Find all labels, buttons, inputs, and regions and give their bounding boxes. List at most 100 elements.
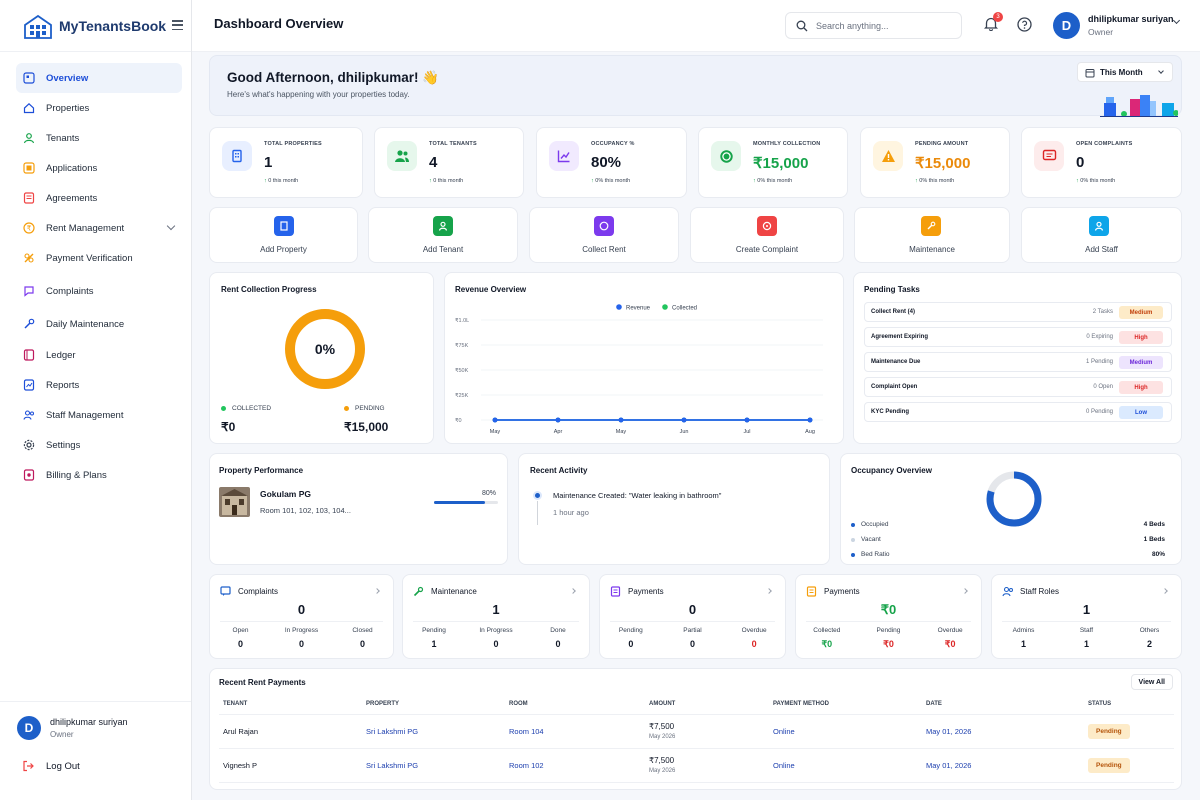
column-header[interactable]: PROPERTY	[362, 694, 505, 715]
quick-action-add-staff[interactable]: Add Staff	[1021, 207, 1182, 263]
legend-value: 1 Beds	[1143, 536, 1165, 543]
stat-trend: ↑ 0 this month	[429, 178, 464, 184]
sidebar-item-overview[interactable]: Overview	[16, 63, 182, 93]
logo-icon	[24, 14, 52, 39]
summary-card-staff-roles[interactable]: Staff Roles 1 Admins 1 Staff 1 Others 2	[991, 574, 1182, 659]
column-header[interactable]: TENANT	[219, 694, 362, 715]
stat-card-total-properties[interactable]: TOTAL PROPERTIES 1 ↑ 0 this month	[209, 127, 363, 198]
stat-card-occupancy[interactable]: OCCUPANCY % 80% ↑ 0% this month	[536, 127, 687, 198]
app-name: MyTenantsBook	[59, 17, 167, 34]
panel-title: Occupancy Overview	[851, 466, 932, 475]
chevron-right-icon[interactable]	[766, 588, 772, 594]
column-header[interactable]: AMOUNT	[645, 694, 769, 715]
y-tick-label: ₹0	[455, 417, 462, 424]
help-icon[interactable]	[1017, 17, 1032, 32]
quick-action-add-tenant[interactable]: Add Tenant	[368, 207, 518, 263]
stat-card-total-tenants[interactable]: TOTAL TENANTS 4 ↑ 0 this month	[374, 127, 524, 198]
property-name[interactable]: Gokulam PG	[260, 489, 311, 499]
sidebar-item-rent-management[interactable]: ₹ Rent Management	[16, 213, 182, 243]
data-point	[744, 417, 750, 423]
task-row[interactable]: Agreement Expiring 0 Expiring High	[864, 327, 1172, 347]
chevron-right-icon[interactable]	[570, 588, 576, 594]
complaints-icon	[220, 586, 231, 596]
sidebar-item-payment-verification[interactable]: Payment Verification	[16, 243, 182, 273]
stat-label: TOTAL PROPERTIES	[264, 141, 322, 147]
property-performance-card: Property Performance Gokulam PG Room 101…	[209, 453, 508, 565]
search-box[interactable]	[785, 12, 962, 39]
sidebar-item-tenants[interactable]: Tenants	[16, 123, 182, 153]
chevron-right-icon[interactable]	[374, 588, 380, 594]
priority-badge: High	[1119, 381, 1163, 394]
summary-card-payments[interactable]: Payments 0 Pending 0 Partial 0 Overdue 0	[599, 574, 786, 659]
legend-label: Revenue	[626, 306, 651, 312]
summary-sub: Collected ₹0	[813, 627, 841, 649]
sidebar: MyTenantsBook Overview Properties Tenant…	[0, 0, 192, 800]
table-row[interactable]: Vignesh P Sri Lakshmi PG Room 102 ₹7,500…	[219, 748, 1174, 783]
status-badge: Pending	[1088, 757, 1130, 773]
quick-action-add-property[interactable]: Add Property	[209, 207, 358, 263]
sidebar-item-reports[interactable]: Reports	[16, 370, 182, 400]
summary-card-complaints[interactable]: Complaints 0 Open 0 In Progress 0 Closed 0	[209, 574, 394, 659]
task-row[interactable]: KYC Pending 0 Pending Low	[864, 402, 1172, 422]
stat-label: OCCUPANCY %	[591, 141, 635, 147]
period-select[interactable]: This Month	[1077, 62, 1173, 82]
property-cell[interactable]: Sri Lakshmi PG	[362, 714, 505, 749]
summary-card-payments-amount[interactable]: Payments ₹0 Collected ₹0 Pending ₹0 Overdu…	[795, 574, 982, 659]
sidebar-item-applications[interactable]: Applications	[16, 153, 182, 183]
chevron-down-icon	[1158, 68, 1164, 74]
quick-action-collect-rent[interactable]: Collect Rent	[529, 207, 679, 263]
stat-card-pending-amount[interactable]: PENDING AMOUNT ₹15,000 ↑ 0% this month	[860, 127, 1010, 198]
column-header[interactable]: ROOM	[505, 694, 645, 715]
chevron-right-icon[interactable]	[1162, 588, 1168, 594]
amount-cell: ₹7,500 May 2026	[645, 714, 769, 749]
stat-value: 1	[264, 154, 273, 171]
column-header[interactable]: STATUS	[1084, 694, 1174, 715]
timeline-line	[537, 501, 538, 525]
sidebar-item-properties[interactable]: Properties	[16, 93, 182, 123]
sidebar-item-label: Tenants	[46, 132, 80, 144]
room-cell: Room 102	[505, 748, 645, 783]
search-input[interactable]	[816, 20, 946, 31]
sidebar-user[interactable]: D dhilipkumar suriyan Owner	[0, 701, 191, 740]
notifications-button[interactable]: 3	[983, 12, 1003, 36]
quick-action-maintenance[interactable]: Maintenance	[854, 207, 1010, 263]
task-row[interactable]: Complaint Open 0 Open High	[864, 377, 1172, 397]
wrench-icon	[22, 318, 35, 331]
sidebar-item-label: Staff Management	[46, 409, 124, 421]
data-point	[681, 417, 687, 423]
stat-trend: ↑ 0% this month	[753, 178, 793, 184]
task-row[interactable]: Collect Rent (4) 2 Tasks Medium	[864, 302, 1172, 322]
sidebar-item-ledger[interactable]: Ledger	[16, 340, 182, 370]
brand[interactable]: MyTenantsBook	[0, 0, 191, 52]
chevron-right-icon[interactable]	[962, 588, 968, 594]
task-row[interactable]: Maintenance Due 1 Pending Medium	[864, 352, 1172, 372]
add-property-icon	[274, 216, 294, 236]
header-user[interactable]: dhilipkumar suriyan Owner	[1088, 14, 1174, 37]
legend-dot	[344, 406, 349, 411]
property-cell[interactable]: Sri Lakshmi PG	[362, 748, 505, 783]
quick-action-create-complaint[interactable]: Create Complaint	[690, 207, 844, 263]
pending-value: ₹15,000	[344, 420, 389, 434]
sidebar-item-daily-maintenance[interactable]: Daily Maintenance	[16, 309, 182, 339]
summary-card-maintenance[interactable]: Maintenance 1 Pending 1 In Progress 0 Done…	[402, 574, 590, 659]
collect-rent-icon	[594, 216, 614, 236]
chevron-down-icon[interactable]	[1172, 16, 1181, 25]
table-row[interactable]: Arul Rajan Sri Lakshmi PG Room 104 ₹7,50…	[219, 714, 1174, 749]
stat-card-open-complaints[interactable]: OPEN COMPLAINTS 0 ↑ 0% this month	[1021, 127, 1182, 198]
timeline-dot	[533, 491, 542, 500]
sidebar-item-settings[interactable]: Settings	[16, 430, 182, 460]
sidebar-item-agreements[interactable]: Agreements	[16, 183, 182, 213]
sidebar-item-complaints[interactable]: Complaints	[16, 276, 182, 306]
column-header[interactable]: PAYMENT METHOD	[769, 694, 922, 715]
stat-card-monthly-collection[interactable]: MONTHLY COLLECTION ₹15,000 ↑ 0% this mon…	[698, 127, 848, 198]
menu-toggle-icon[interactable]	[172, 20, 183, 30]
view-all-button[interactable]: View All	[1130, 674, 1173, 690]
sidebar-item-staff-management[interactable]: Staff Management	[16, 400, 182, 430]
logout-button[interactable]: Log Out	[22, 760, 80, 772]
avatar[interactable]: D	[1053, 12, 1080, 39]
column-header[interactable]: DATE	[922, 694, 1084, 715]
sidebar-item-billing[interactable]: Billing & Plans	[16, 460, 182, 490]
priority-badge: Medium	[1119, 306, 1163, 319]
sidebar-item-label: Rent Management	[46, 222, 125, 234]
chevron-down-icon[interactable]	[166, 221, 176, 231]
